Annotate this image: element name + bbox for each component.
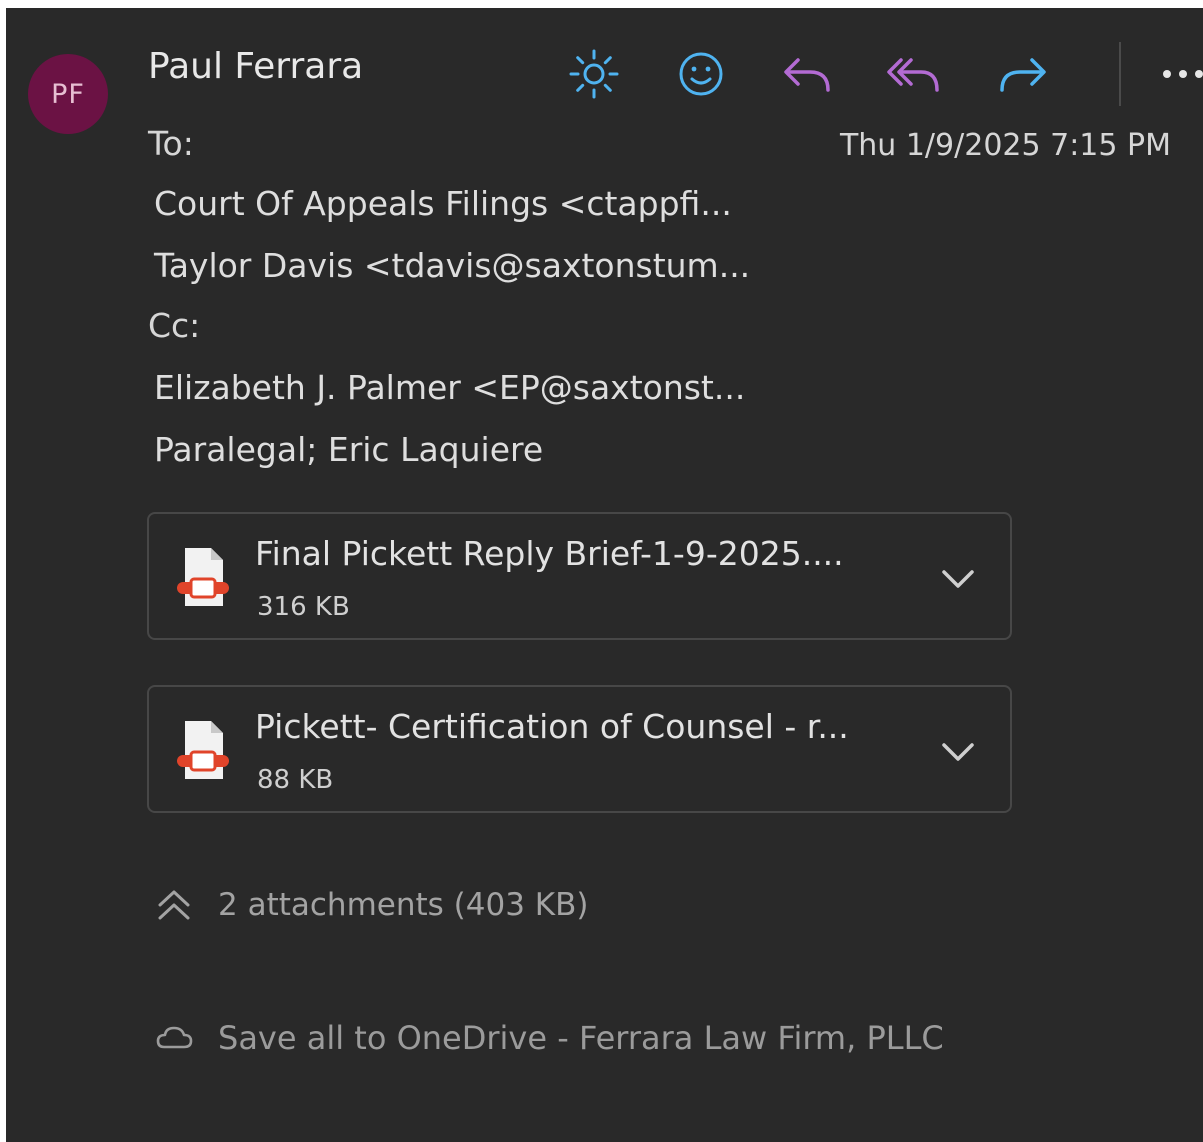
to-recipient[interactable]: Court Of Appeals Filings <ctappfi... <box>154 184 732 223</box>
chevron-down-icon[interactable] <box>938 560 978 596</box>
attachment-size: 88 KB <box>257 765 334 795</box>
save-to-onedrive-text: Save all to OneDrive - Ferrara Law Firm,… <box>218 1019 944 1057</box>
attachment-card[interactable]: Pickett- Certification of Counsel - r...… <box>147 685 1012 813</box>
attachment-name: Pickett- Certification of Counsel - r... <box>255 707 849 746</box>
sent-date: Thu 1/9/2025 7:15 PM <box>839 128 1171 163</box>
cc-label: Cc: <box>148 306 201 345</box>
sun-button[interactable] <box>562 44 626 104</box>
email-header-pane: PF Paul Ferrara To: Thu 1/9/2025 7:15 PM… <box>6 8 1203 1142</box>
reply-all-button[interactable] <box>883 44 947 104</box>
reply-button[interactable] <box>776 44 840 104</box>
sun-icon <box>569 49 619 99</box>
attachments-summary-text: 2 attachments (403 KB) <box>218 887 589 923</box>
chevron-down-icon[interactable] <box>938 733 978 769</box>
pdf-file-icon <box>177 548 229 606</box>
message-toolbar <box>562 42 1203 106</box>
forward-button[interactable] <box>990 44 1054 104</box>
reply-icon <box>784 58 830 92</box>
smiley-icon <box>679 52 723 96</box>
toolbar-divider <box>1119 42 1121 106</box>
more-icon <box>1163 70 1203 78</box>
reaction-button[interactable] <box>669 44 733 104</box>
sender-name[interactable]: Paul Ferrara <box>148 46 363 87</box>
cc-recipient[interactable]: Elizabeth J. Palmer <EP@saxtonst... <box>154 368 745 407</box>
save-to-onedrive-link[interactable]: Save all to OneDrive - Ferrara Law Firm,… <box>154 1013 944 1063</box>
to-label: To: <box>148 124 194 163</box>
collapse-icon <box>158 890 190 920</box>
cloud-icon <box>156 1026 193 1049</box>
more-button[interactable] <box>1153 44 1203 104</box>
avatar[interactable]: PF <box>28 54 108 134</box>
to-recipient[interactable]: Taylor Davis <tdavis@saxtonstum... <box>154 246 750 285</box>
attachment-card[interactable]: Final Pickett Reply Brief-1-9-2025.... 3… <box>147 512 1012 640</box>
attachment-size: 316 KB <box>257 592 350 622</box>
pdf-file-icon <box>177 721 229 779</box>
reply-all-icon <box>887 58 939 92</box>
forward-icon <box>1000 58 1046 92</box>
avatar-initials: PF <box>51 78 85 110</box>
attachments-summary[interactable]: 2 attachments (403 KB) <box>154 880 588 930</box>
cc-recipient[interactable]: Paralegal; Eric Laquiere <box>154 430 543 469</box>
attachment-name: Final Pickett Reply Brief-1-9-2025.... <box>255 534 844 573</box>
